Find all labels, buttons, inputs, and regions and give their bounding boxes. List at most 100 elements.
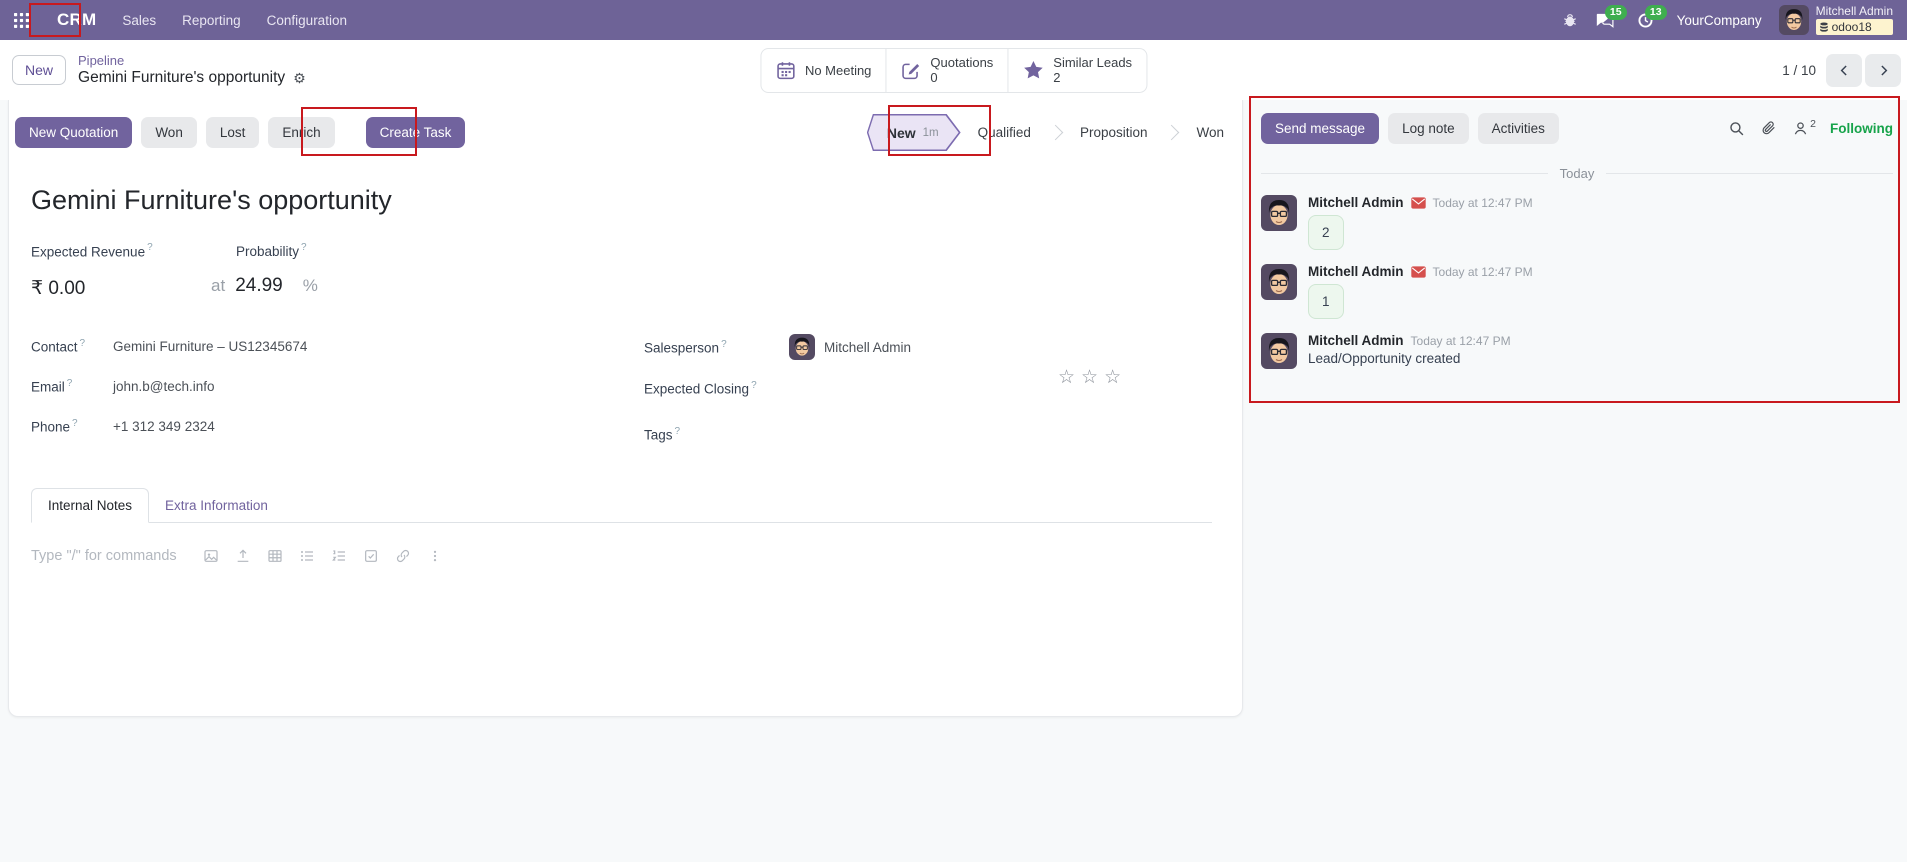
activities-button[interactable]: Activities xyxy=(1478,113,1559,144)
new-record-button[interactable]: New xyxy=(12,55,66,85)
log-note-button[interactable]: Log note xyxy=(1388,113,1469,144)
image-icon[interactable] xyxy=(199,545,223,567)
user-menu[interactable]: Mitchell Admin odoo18 xyxy=(1779,5,1893,35)
message-body: 1 xyxy=(1308,284,1344,319)
contact-value[interactable]: Gemini Furniture – US12345674 xyxy=(113,339,307,354)
form-statusbar: New Quotation Won Lost Enrich Create Tas… xyxy=(9,100,1242,163)
notes-placeholder: Type "/" for commands xyxy=(31,548,177,564)
priority-star-icon[interactable]: ☆ xyxy=(1104,367,1127,388)
email-field: Email? john.b@tech.info xyxy=(31,374,644,398)
message-time: Today at 12:47 PM xyxy=(1411,334,1511,348)
opportunity-title[interactable]: Gemini Furniture's opportunity xyxy=(31,185,1212,216)
message-avatar xyxy=(1261,333,1297,369)
breadcrumb-pipeline-link[interactable]: Pipeline xyxy=(78,53,306,68)
message-author[interactable]: Mitchell Admin xyxy=(1308,333,1404,348)
action-menu-gear-icon[interactable]: ⚙ xyxy=(293,70,306,87)
link-icon[interactable] xyxy=(391,545,415,567)
chatter-toolbar: Send message Log note Activities 2 Follo… xyxy=(1261,100,1893,144)
message-author[interactable]: Mitchell Admin xyxy=(1308,195,1404,210)
message-author[interactable]: Mitchell Admin xyxy=(1308,264,1404,279)
message: Mitchell Admin Today at 12:47 PM 1 xyxy=(1261,264,1893,319)
chevron-right-icon xyxy=(1877,64,1890,77)
quotations-stat-value: 0 xyxy=(930,70,993,85)
create-task-button[interactable]: Create Task xyxy=(366,117,466,148)
app-menu-crm[interactable]: CRM xyxy=(57,10,96,30)
top-navbar: CRM Sales Reporting Configuration 15 xyxy=(0,0,1907,40)
page: CRM Sales Reporting Configuration 15 xyxy=(0,0,1907,862)
contact-field: Contact? Gemini Furniture – US12345674 xyxy=(31,334,644,358)
activities-badge: 13 xyxy=(1645,5,1667,20)
stage-won[interactable]: Won xyxy=(1179,125,1228,140)
tab-internal-notes[interactable]: Internal Notes xyxy=(31,488,149,523)
priority-star-icon[interactable]: ☆ xyxy=(1081,367,1104,388)
stage-separator-icon xyxy=(1048,125,1064,141)
expected-revenue-value[interactable]: ₹ 0.00 xyxy=(31,277,211,300)
pager-next-button[interactable] xyxy=(1865,54,1901,87)
numbered-list-icon[interactable] xyxy=(327,545,351,567)
breadcrumb-current: Gemini Furniture's opportunity xyxy=(78,69,285,87)
expected-revenue-label: Expected Revenue xyxy=(31,244,145,259)
company-switcher[interactable]: YourCompany xyxy=(1677,13,1762,28)
upload-icon[interactable] xyxy=(231,545,255,567)
enrich-button[interactable]: Enrich xyxy=(268,117,334,148)
internal-notes-editor[interactable]: Type "/" for commands xyxy=(31,523,1212,589)
phone-field: Phone? +1 312 349 2324 xyxy=(31,414,644,438)
user-avatar xyxy=(1779,5,1809,35)
following-toggle[interactable]: Following xyxy=(1830,121,1893,136)
send-message-button[interactable]: Send message xyxy=(1261,113,1379,144)
apps-grid-icon[interactable] xyxy=(14,13,29,28)
salesperson-value[interactable]: Mitchell Admin xyxy=(789,334,911,360)
salesperson-label: Salesperson xyxy=(644,341,719,356)
email-value[interactable]: john.b@tech.info xyxy=(113,379,215,394)
followers-icon[interactable]: 2 xyxy=(1792,120,1815,137)
salesperson-field: Salesperson? xyxy=(644,334,1212,360)
chevron-left-icon xyxy=(1838,64,1851,77)
menu-configuration[interactable]: Configuration xyxy=(267,13,347,28)
attachments-paperclip-icon[interactable] xyxy=(1760,120,1777,137)
database-name: odoo18 xyxy=(1832,20,1872,34)
salesperson-avatar xyxy=(789,334,815,360)
checklist-icon[interactable] xyxy=(359,545,383,567)
notebook-tabs: Internal Notes Extra Information xyxy=(31,488,1212,523)
similar-leads-stat-button[interactable]: Similar Leads 2 xyxy=(1007,49,1146,92)
more-options-icon[interactable] xyxy=(423,545,447,567)
probability-value[interactable]: 24.99 xyxy=(235,275,283,297)
calendar-icon xyxy=(775,60,796,81)
menu-sales[interactable]: Sales xyxy=(122,13,156,28)
help-marker: ? xyxy=(301,242,307,253)
phone-value[interactable]: +1 312 349 2324 xyxy=(113,419,215,434)
pager-previous-button[interactable] xyxy=(1826,54,1862,87)
table-icon[interactable] xyxy=(263,545,287,567)
record-pager: 1 / 10 xyxy=(1782,54,1901,87)
priority-stars[interactable]: ☆☆☆ xyxy=(1058,366,1127,389)
probability-prefix: at xyxy=(211,276,225,296)
bullet-list-icon[interactable] xyxy=(295,545,319,567)
new-quotation-button[interactable]: New Quotation xyxy=(15,117,132,148)
database-icon xyxy=(1819,22,1829,33)
stage-new[interactable]: New 1m xyxy=(867,114,961,151)
date-divider-label: Today xyxy=(1560,166,1595,181)
help-marker: ? xyxy=(80,338,86,349)
menu-reporting[interactable]: Reporting xyxy=(182,13,241,28)
probability-field: Probability? at 24.99 % xyxy=(211,242,318,300)
date-divider: Today xyxy=(1261,166,1893,181)
stage-proposition[interactable]: Proposition xyxy=(1063,125,1165,140)
control-panel: New Pipeline Gemini Furniture's opportun… xyxy=(0,40,1907,100)
email-envelope-icon xyxy=(1411,266,1426,278)
quotations-stat-button[interactable]: Quotations 0 xyxy=(885,49,1007,92)
tags-label: Tags xyxy=(644,428,673,443)
debug-bug-icon[interactable] xyxy=(1562,12,1578,28)
activities-clock-icon[interactable]: 13 xyxy=(1637,12,1654,29)
message-avatar xyxy=(1261,195,1297,231)
help-marker: ? xyxy=(721,339,727,350)
meetings-stat-button[interactable]: No Meeting xyxy=(761,49,885,92)
stage-qualified[interactable]: Qualified xyxy=(961,125,1048,140)
search-messages-icon[interactable] xyxy=(1728,120,1745,137)
tab-extra-information[interactable]: Extra Information xyxy=(149,489,284,522)
email-label: Email xyxy=(31,380,65,395)
won-button[interactable]: Won xyxy=(141,117,197,148)
messages-icon[interactable]: 15 xyxy=(1595,12,1614,29)
lost-button[interactable]: Lost xyxy=(206,117,260,148)
priority-star-icon[interactable]: ☆ xyxy=(1058,367,1081,388)
similar-leads-stat-value: 2 xyxy=(1053,70,1132,85)
